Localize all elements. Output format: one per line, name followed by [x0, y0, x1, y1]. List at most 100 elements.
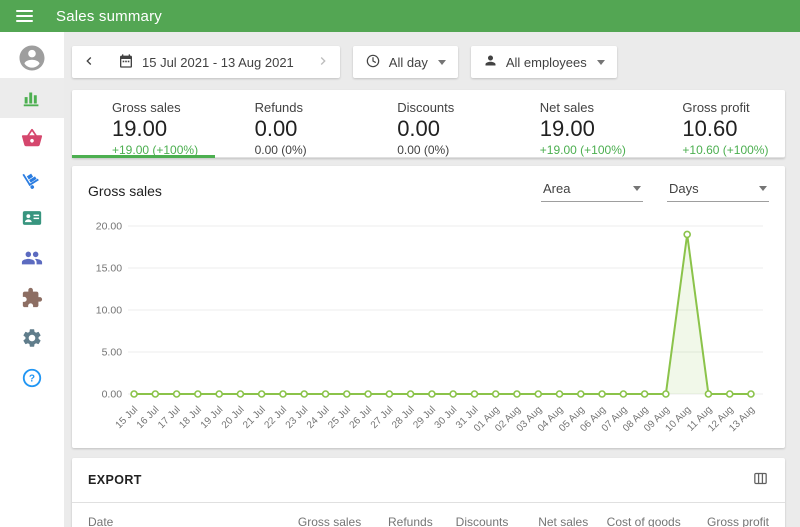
sidebar-item-inventory[interactable] [0, 158, 64, 198]
sidebar-item-integrations[interactable] [0, 278, 64, 318]
date-range-label: 15 Jul 2021 - 13 Aug 2021 [142, 54, 294, 70]
account-icon [17, 43, 47, 73]
col-header-cost-of-goods: Cost of goods [606, 515, 681, 527]
employee-filter-label: All employees [505, 54, 587, 70]
stat-tab-refunds[interactable]: Refunds 0.00 0.00 (0%) [215, 90, 358, 157]
svg-text:28 Jul: 28 Jul [390, 404, 417, 431]
help-icon: ? [21, 367, 43, 389]
svg-text:18 Jul: 18 Jul [177, 404, 204, 431]
chart-selects: Area Days [541, 181, 769, 202]
chart-interval-value: Days [669, 180, 699, 196]
stat-value: 0.00 [397, 116, 441, 141]
hamburger-icon [15, 10, 33, 12]
sidebar-item-settings[interactable] [0, 318, 64, 358]
date-range-group: 15 Jul 2021 - 13 Aug 2021 [72, 46, 340, 78]
stats-tabs: Gross sales 19.00 +19.00 (+100%) Refunds… [72, 90, 785, 158]
svg-text:24 Jul: 24 Jul [305, 404, 332, 431]
next-period-button[interactable] [306, 46, 340, 78]
svg-text:20.00: 20.00 [96, 221, 122, 233]
stat-delta: +19.00 (+100%) [539, 143, 626, 158]
chart-interval-select[interactable]: Days [667, 181, 769, 202]
time-filter-label: All day [388, 54, 428, 70]
svg-text:27 Jul: 27 Jul [369, 404, 396, 431]
people-icon [21, 247, 43, 269]
sidebar-item-help[interactable]: ? [0, 358, 64, 398]
area-chart: 0.00 5.00 10.00 15.00 20.00 15 Jul 16 Jul 17 Ju… [88, 206, 769, 444]
stat-label: Net sales [539, 100, 594, 115]
puzzle-icon [21, 287, 43, 309]
svg-text:5.00: 5.00 [102, 347, 123, 359]
screen: Sales summary ? 15 Jul 2021 - 13 Aug 202… [0, 0, 800, 527]
column-settings-button[interactable] [752, 470, 769, 490]
stat-label: Refunds [254, 100, 304, 115]
col-header-gross-profit: Gross profit [706, 515, 769, 527]
col-header-net-sales: Net sales [538, 515, 589, 527]
svg-text:17 Jul: 17 Jul [156, 404, 183, 431]
svg-text:22 Jul: 22 Jul [262, 404, 289, 431]
time-filter-dropdown[interactable]: All day [352, 46, 458, 78]
clock-icon [365, 53, 381, 72]
stat-value: 0.00 [254, 116, 298, 141]
stat-label: Gross profit [682, 100, 750, 115]
svg-text:23 Jul: 23 Jul [284, 404, 311, 431]
col-header-gross-sales: Gross sales [297, 515, 362, 527]
gear-icon [21, 327, 43, 349]
chart-header: Gross sales Area Days [88, 176, 769, 206]
stat-delta: 0.00 (0%) [397, 143, 450, 158]
sidebar-item-customers[interactable] [0, 238, 64, 278]
date-range-button[interactable]: 15 Jul 2021 - 13 Aug 2021 [106, 46, 306, 78]
main-content: 15 Jul 2021 - 13 Aug 2021 All day All em… [64, 32, 800, 527]
svg-text:19 Jul: 19 Jul [199, 404, 226, 431]
svg-text:10.00: 10.00 [96, 305, 122, 317]
chart-title: Gross sales [88, 183, 162, 199]
chart-type-select[interactable]: Area [541, 181, 643, 202]
caret-down-icon [437, 59, 446, 65]
stat-value: 19.00 [112, 116, 168, 141]
prev-period-button[interactable] [72, 46, 106, 78]
sidebar-item-employees[interactable] [0, 198, 64, 238]
caret-down-icon [596, 59, 605, 65]
export-table-header: Date Gross sales Refunds Discounts Net s… [72, 503, 785, 527]
svg-text:?: ? [29, 374, 35, 385]
svg-text:21 Jul: 21 Jul [241, 404, 268, 431]
sidebar-item-reports[interactable] [0, 78, 64, 118]
columns-icon [752, 470, 769, 490]
svg-text:29 Jul: 29 Jul [411, 404, 438, 431]
bar-chart-icon [21, 87, 43, 109]
employee-filter-dropdown[interactable]: All employees [470, 46, 617, 78]
svg-text:25 Jul: 25 Jul [326, 404, 353, 431]
svg-text:15 Jul: 15 Jul [114, 404, 141, 431]
sidebar: ? [0, 32, 64, 527]
stat-tab-gross-sales[interactable]: Gross sales 19.00 +19.00 (+100%) [72, 90, 215, 157]
svg-text:20 Jul: 20 Jul [220, 404, 247, 431]
stat-tab-discounts[interactable]: Discounts 0.00 0.00 (0%) [357, 90, 500, 157]
col-header-discounts: Discounts [455, 515, 509, 527]
chevron-left-icon [81, 53, 97, 72]
stat-value: 10.60 [682, 116, 738, 141]
stat-label: Gross sales [112, 100, 181, 115]
calendar-icon [118, 53, 134, 72]
active-tab-underline [72, 155, 215, 158]
hamburger-menu-button[interactable] [2, 0, 46, 32]
stat-tab-net-sales[interactable]: Net sales 19.00 +19.00 (+100%) [500, 90, 643, 157]
stat-value: 19.00 [539, 116, 595, 141]
stat-tab-gross-profit[interactable]: Gross profit 10.60 +10.60 (+100%) [642, 90, 785, 157]
sidebar-item-items[interactable] [0, 118, 64, 158]
id-card-icon [21, 207, 43, 229]
person-icon [483, 53, 498, 71]
chevron-right-icon [315, 53, 331, 72]
export-header: EXPORT [72, 458, 785, 503]
chart-type-value: Area [543, 180, 571, 196]
sidebar-item-account[interactable] [0, 38, 64, 78]
col-header-date: Date [88, 515, 114, 527]
caret-down-icon [759, 185, 767, 191]
svg-text:0.00: 0.00 [102, 389, 123, 401]
export-button[interactable]: EXPORT [88, 473, 142, 487]
basket-icon [21, 127, 43, 149]
svg-text:26 Jul: 26 Jul [348, 404, 375, 431]
topbar: Sales summary [0, 0, 800, 32]
chart-card: Gross sales Area Days 0.00 5.00 10.00 15.00… [72, 166, 785, 448]
stat-label: Discounts [397, 100, 455, 115]
stat-delta: +10.60 (+100%) [682, 143, 769, 158]
svg-text:30 Jul: 30 Jul [433, 404, 460, 431]
